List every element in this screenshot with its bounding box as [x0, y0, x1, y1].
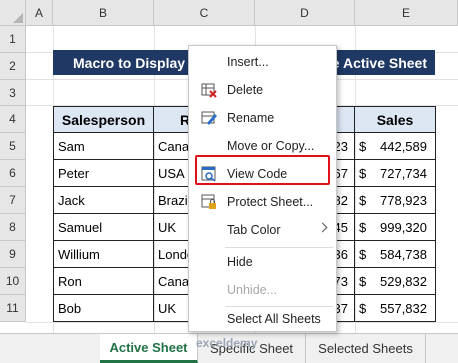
menu-item-insert[interactable]: Insert... [189, 48, 336, 76]
cell-salesperson[interactable]: Sam [53, 133, 154, 160]
protect-sheet-icon [201, 194, 217, 210]
currency-symbol: $ [359, 192, 367, 208]
row-header-4[interactable]: 4 [0, 106, 26, 133]
menu-item-unhide: Unhide... [189, 276, 336, 304]
cell-salesperson[interactable]: Jack [53, 187, 154, 214]
rename-icon [201, 110, 217, 126]
cell-salesperson[interactable]: Peter [53, 160, 154, 187]
cell-salesperson[interactable]: Samuel [53, 214, 154, 241]
row-header-11[interactable]: 11 [0, 295, 26, 322]
menu-item-hide[interactable]: Hide [189, 248, 336, 276]
column-header-c[interactable]: C [154, 0, 255, 26]
cell-sales[interactable]: $442,589 [355, 133, 436, 160]
select-all-corner[interactable] [0, 0, 26, 26]
menu-item-select-all-sheets[interactable]: Select All Sheets [189, 305, 336, 333]
cell-salesperson[interactable]: Willium [53, 241, 154, 268]
menu-item-protect-sheet[interactable]: Protect Sheet... [189, 188, 336, 216]
row-header-6[interactable]: 6 [0, 160, 26, 187]
row-header-8[interactable]: 8 [0, 214, 26, 241]
row-header-1[interactable]: 1 [0, 26, 26, 53]
cell-sales[interactable]: $557,832 [355, 295, 436, 322]
sales-amount: 557,832 [380, 300, 427, 316]
cell-sales[interactable]: $529,832 [355, 268, 436, 295]
cell-salesperson[interactable]: Ron [53, 268, 154, 295]
watermark: exceldemy [196, 336, 258, 350]
highlight-box [195, 155, 330, 185]
header-salesperson[interactable]: Salesperson [53, 106, 154, 133]
menu-item-tab-color[interactable]: Tab Color [189, 216, 336, 244]
sales-amount: 442,589 [380, 138, 427, 154]
cell-salesperson[interactable]: Bob [53, 295, 154, 322]
currency-symbol: $ [359, 273, 367, 289]
cell-sales[interactable]: $727,734 [355, 160, 436, 187]
column-header-d[interactable]: D [255, 0, 355, 26]
row-header-7[interactable]: 7 [0, 187, 26, 214]
currency-symbol: $ [359, 165, 367, 181]
column-header-e[interactable]: E [355, 0, 458, 26]
column-header-b[interactable]: B [53, 0, 154, 26]
menu-item-label: Delete [227, 83, 264, 97]
sales-amount: 529,832 [380, 273, 427, 289]
cell-sales[interactable]: $999,320 [355, 214, 436, 241]
menu-item-label: Hide [227, 255, 253, 269]
menu-item-label: Select All Sheets [227, 312, 321, 326]
sales-amount: 727,734 [380, 165, 427, 181]
tab-active-sheet[interactable]: Active Sheet [100, 334, 198, 363]
currency-symbol: $ [359, 219, 367, 235]
title-banner-left: Macro to Display [73, 54, 186, 71]
menu-item-rename[interactable]: Rename [189, 104, 336, 132]
menu-item-label: Unhide... [227, 283, 278, 297]
delete-sheet-icon [201, 82, 217, 98]
menu-item-delete[interactable]: Delete [189, 76, 336, 104]
currency-symbol: $ [359, 246, 367, 262]
row-header-5[interactable]: 5 [0, 133, 26, 160]
row-header-2[interactable]: 2 [0, 53, 26, 80]
header-sales[interactable]: Sales [355, 106, 436, 133]
menu-item-label: Protect Sheet... [227, 195, 314, 209]
menu-item-label: Tab Color [227, 223, 281, 237]
cell-sales[interactable]: $778,923 [355, 187, 436, 214]
row-header-3[interactable]: 3 [0, 80, 26, 106]
currency-symbol: $ [359, 300, 367, 316]
sales-amount: 778,923 [380, 192, 427, 208]
sales-amount: 584,738 [380, 246, 427, 262]
context-menu: Insert... Delete Rename Move or Copy... … [188, 45, 337, 332]
menu-item-label: Rename [227, 111, 275, 125]
menu-item-label: Insert... [227, 55, 269, 69]
cell-sales[interactable]: $584,738 [355, 241, 436, 268]
title-banner-right: e Active Sheet [331, 54, 427, 71]
tab-selected-sheets[interactable]: Selected Sheets [306, 334, 426, 363]
row-header-10[interactable]: 10 [0, 268, 26, 295]
chevron-right-icon [317, 222, 328, 233]
sales-amount: 999,320 [380, 219, 427, 235]
column-header-a[interactable]: A [26, 0, 53, 26]
menu-item-label: Move or Copy... [227, 139, 315, 153]
row-header-9[interactable]: 9 [0, 241, 26, 268]
currency-symbol: $ [359, 138, 367, 154]
